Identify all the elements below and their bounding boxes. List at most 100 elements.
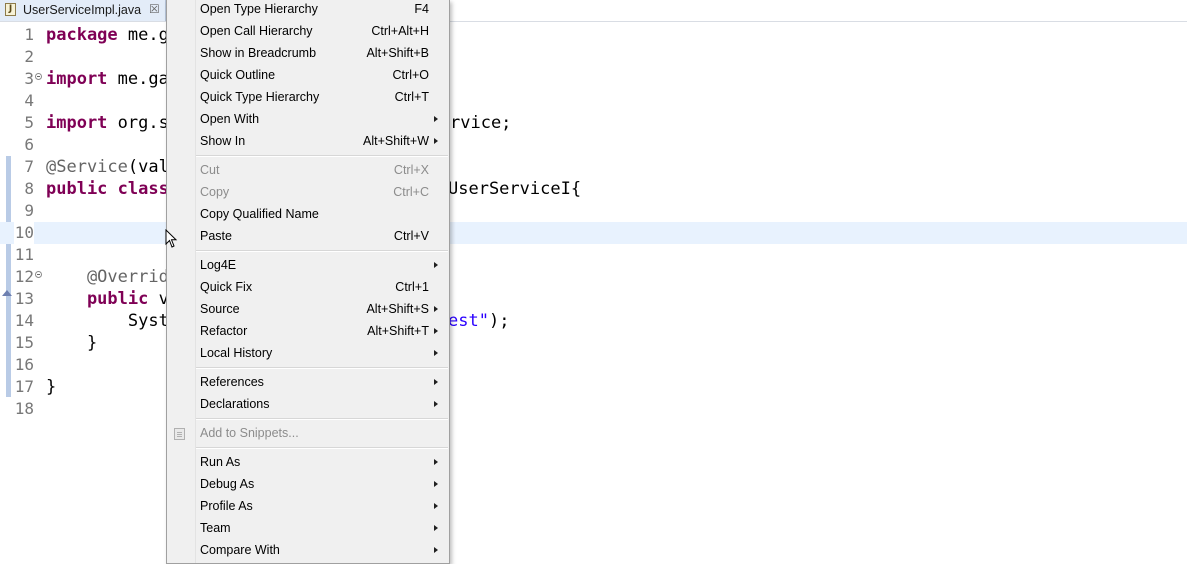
menu-item-team[interactable]: Team [167, 519, 449, 541]
menu-item-label: Run As [200, 455, 241, 469]
menu-item-shortcut: Ctrl+C [393, 185, 429, 199]
menu-item-cut[interactable]: Cut Ctrl+X [167, 161, 449, 183]
code-text: package me.g [46, 25, 169, 45]
menu-item-label: References [200, 375, 264, 389]
submenu-arrow-icon [434, 262, 438, 268]
code-text-tail: UserServiceI{ [448, 179, 582, 199]
menu-item-references[interactable]: References [167, 373, 449, 395]
menu-separator [196, 367, 448, 369]
menu-item-label: Team [200, 521, 231, 535]
menu-item-shortcut: Ctrl+1 [395, 280, 429, 294]
menu-item-shortcut: Ctrl+Alt+H [371, 24, 429, 38]
menu-item-profile-as[interactable]: Profile As [167, 497, 449, 519]
menu-item-label: Show in Breadcrumb [200, 46, 317, 60]
menu-item-declarations[interactable]: Declarations [167, 395, 449, 417]
snippets-icon [174, 428, 185, 440]
menu-item-paste[interactable]: Paste Ctrl+V [167, 227, 449, 249]
editor-tab[interactable]: J UserServiceImpl.java ☒ [0, 0, 166, 21]
close-icon[interactable]: ☒ [149, 2, 160, 16]
code-text: @Overrid [46, 267, 169, 287]
menu-separator [196, 155, 448, 157]
menu-item-shortcut: Ctrl+O [392, 68, 429, 82]
code-text: public class [46, 179, 169, 199]
menu-item-run-as[interactable]: Run As [167, 453, 449, 475]
mouse-pointer-icon [165, 229, 178, 248]
code-text: } [46, 377, 57, 397]
menu-item-quick-outline[interactable]: Quick Outline Ctrl+O [167, 66, 449, 88]
menu-separator [196, 447, 448, 449]
menu-item-open-with[interactable]: Open With [167, 110, 449, 132]
editor-context-menu: Open Type Hierarchy F4 Open Call Hierarc… [166, 0, 450, 564]
line-number: 18 [14, 399, 34, 418]
menu-item-refactor[interactable]: Refactor Alt+Shift+T [167, 322, 449, 344]
java-file-icon: J [5, 3, 16, 16]
editor-tab-label: UserServiceImpl.java [23, 3, 142, 17]
menu-item-label: Quick Outline [200, 68, 276, 82]
menu-item-label: Add to Snippets... [200, 426, 299, 440]
menu-item-show-in[interactable]: Show In Alt+Shift+W [167, 132, 449, 154]
code-text: } [46, 333, 98, 353]
line-number: 13 [14, 289, 34, 308]
submenu-arrow-icon [434, 401, 438, 407]
menu-separator [196, 250, 448, 252]
line-number: 17 [14, 377, 34, 396]
submenu-arrow-icon [434, 503, 438, 509]
menu-item-label: Quick Type Hierarchy [200, 90, 320, 104]
menu-item-label: Profile As [200, 499, 253, 513]
line-number: 15 [14, 333, 34, 352]
line-number: 8 [24, 179, 34, 198]
menu-item-label: Open With [200, 112, 260, 126]
submenu-arrow-icon [434, 547, 438, 553]
menu-item-copy[interactable]: Copy Ctrl+C [167, 183, 449, 205]
menu-item-shortcut: Alt+Shift+S [366, 302, 429, 316]
code-text: public v [46, 289, 169, 309]
menu-item-shortcut: F4 [414, 2, 429, 16]
menu-item-debug-as[interactable]: Debug As [167, 475, 449, 497]
menu-item-open-call-hierarchy[interactable]: Open Call Hierarchy Ctrl+Alt+H [167, 22, 449, 44]
line-number: 3 [24, 69, 34, 88]
fold-collapse-icon[interactable] [35, 73, 42, 80]
line-number: 5 [24, 113, 34, 132]
menu-item-shortcut: Alt+Shift+T [367, 324, 429, 338]
menu-item-log4e[interactable]: Log4E [167, 256, 449, 278]
menu-separator [196, 418, 448, 420]
menu-item-quick-fix[interactable]: Quick Fix Ctrl+1 [167, 278, 449, 300]
line-number: 14 [14, 311, 34, 330]
submenu-arrow-icon [434, 350, 438, 356]
submenu-arrow-icon [434, 379, 438, 385]
menu-item-show-in-breadcrumb[interactable]: Show in Breadcrumb Alt+Shift+B [167, 44, 449, 66]
menu-item-label: Paste [200, 229, 232, 243]
menu-item-copy-qualified-name[interactable]: Copy Qualified Name [167, 205, 449, 227]
menu-item-label: Log4E [200, 258, 237, 272]
submenu-arrow-icon [434, 138, 438, 144]
menu-item-shortcut: Alt+Shift+W [363, 134, 429, 148]
menu-item-label: Cut [200, 163, 220, 177]
menu-item-label: Open Call Hierarchy [200, 24, 313, 38]
menu-item-open-type-hierarchy[interactable]: Open Type Hierarchy F4 [167, 0, 449, 22]
line-number: 4 [24, 91, 34, 110]
line-number: 9 [24, 201, 34, 220]
submenu-arrow-icon [434, 459, 438, 465]
submenu-arrow-icon [434, 525, 438, 531]
menu-item-quick-type-hierarchy[interactable]: Quick Type Hierarchy Ctrl+T [167, 88, 449, 110]
submenu-arrow-icon [434, 481, 438, 487]
line-number: 16 [14, 355, 34, 374]
menu-item-local-history[interactable]: Local History [167, 344, 449, 366]
line-number: 11 [14, 245, 34, 264]
menu-item-label: Debug As [200, 477, 255, 491]
menu-item-compare-with[interactable]: Compare With [167, 541, 449, 563]
menu-item-shortcut: Alt+Shift+B [366, 46, 429, 60]
code-text: import org.s [46, 113, 169, 133]
menu-item-label: Declarations [200, 397, 270, 411]
line-number: 7 [24, 157, 34, 176]
line-number: 10 [14, 222, 34, 244]
menu-item-add-to-snippets[interactable]: Add to Snippets... [167, 424, 449, 446]
code-text: import me.ga [46, 69, 169, 89]
code-text-tail: rvice; [450, 113, 512, 133]
menu-item-label: Quick Fix [200, 280, 253, 294]
submenu-arrow-icon [434, 116, 438, 122]
fold-collapse-icon[interactable] [35, 271, 42, 278]
menu-item-shortcut: Ctrl+T [394, 90, 429, 104]
menu-item-source[interactable]: Source Alt+Shift+S [167, 300, 449, 322]
menu-item-label: Source [200, 302, 240, 316]
